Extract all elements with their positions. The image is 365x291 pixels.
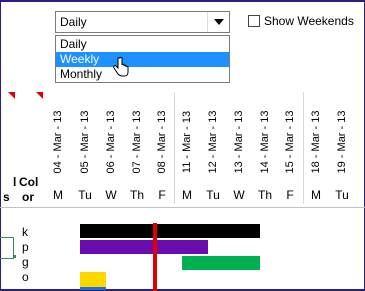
show-weekends-checkbox[interactable] <box>248 15 260 27</box>
view-select[interactable]: Daily <box>55 11 230 33</box>
gantt-bar-black <box>80 224 260 238</box>
color-column-header: Col <box>19 175 39 189</box>
weekday-label: F <box>286 188 294 202</box>
date-header-text: 19 - Mar - 13 <box>336 110 348 174</box>
option-daily[interactable]: Daily <box>56 37 229 52</box>
date-header-text: 06 - Mar - 13 <box>105 110 117 174</box>
chevron-down-icon <box>214 19 224 25</box>
date-header: 08 - Mar - 13 <box>153 100 171 184</box>
show-weekends-label: Show Weekends <box>264 14 354 28</box>
date-header-text: 15 - Mar - 13 <box>284 110 296 174</box>
column-header-partial: s <box>3 190 10 204</box>
gantt-bar-yellow <box>80 272 106 287</box>
view-select-options: Daily Weekly Monthly <box>55 35 230 83</box>
hand-cursor-icon <box>113 57 129 77</box>
weekday-label: F <box>158 188 166 202</box>
weekday-label: Tu <box>335 188 349 202</box>
date-header-text: 05 - Mar - 13 <box>79 110 91 174</box>
date-header-text: 04 - Mar - 13 <box>52 110 64 174</box>
date-header-text: 12 - Mar - 13 <box>207 110 219 174</box>
color-column-header-line2: or <box>22 190 34 204</box>
date-header: 06 - Mar - 13 <box>102 100 120 184</box>
today-line <box>153 223 157 291</box>
date-header: 15 - Mar - 13 <box>281 100 299 184</box>
date-header-text: 08 - Mar - 13 <box>156 110 168 174</box>
date-header: 11 - Mar - 13 <box>178 100 196 184</box>
date-header: 18 - Mar - 13 <box>307 100 325 184</box>
view-select-value: Daily <box>60 15 87 29</box>
date-header: 14 - Mar - 13 <box>256 100 274 184</box>
fill-handle[interactable] <box>13 255 16 258</box>
option-weekly[interactable]: Weekly <box>56 52 229 67</box>
week-divider <box>174 92 175 204</box>
dropdown-button[interactable] <box>207 12 229 32</box>
header-divider <box>0 207 365 208</box>
weekday-label: M <box>182 188 192 202</box>
comment-marker-icon <box>36 92 43 99</box>
comment-marker-icon <box>8 92 15 99</box>
date-header: 07 - Mar - 13 <box>128 100 146 184</box>
week-divider <box>303 92 304 204</box>
color-code-cell[interactable]: p <box>22 240 29 254</box>
option-monthly[interactable]: Monthly <box>56 67 229 82</box>
date-header: 12 - Mar - 13 <box>204 100 222 184</box>
color-code-cell[interactable]: o <box>22 270 29 284</box>
weekday-label: W <box>105 188 117 202</box>
date-header-text: 13 - Mar - 13 <box>233 110 245 174</box>
weekday-label: M <box>53 188 63 202</box>
color-code-cell[interactable]: k <box>22 225 28 239</box>
color-code-cell[interactable]: g <box>22 255 29 269</box>
date-header: 13 - Mar - 13 <box>230 100 248 184</box>
date-header: 19 - Mar - 13 <box>333 100 351 184</box>
weekday-label: W <box>233 188 245 202</box>
date-header-text: 07 - Mar - 13 <box>131 110 143 174</box>
weekday-label: Tu <box>78 188 92 202</box>
column-header-partial: l <box>13 175 17 189</box>
date-header-text: 14 - Mar - 13 <box>259 110 271 174</box>
date-header: 05 - Mar - 13 <box>76 100 94 184</box>
weekday-label: Th <box>257 188 272 202</box>
date-header: 04 - Mar - 13 <box>49 100 67 184</box>
gantt-bar-blue <box>80 287 106 290</box>
selection-border <box>0 237 14 259</box>
weekday-label: Th <box>129 188 144 202</box>
weekday-label: Tu <box>206 188 220 202</box>
gantt-bar-purple <box>80 240 208 254</box>
weekday-label: M <box>311 188 321 202</box>
date-header-text: 11 - Mar - 13 <box>181 110 193 174</box>
date-header-text: 18 - Mar - 13 <box>310 110 322 174</box>
gantt-bar-green <box>182 256 260 270</box>
